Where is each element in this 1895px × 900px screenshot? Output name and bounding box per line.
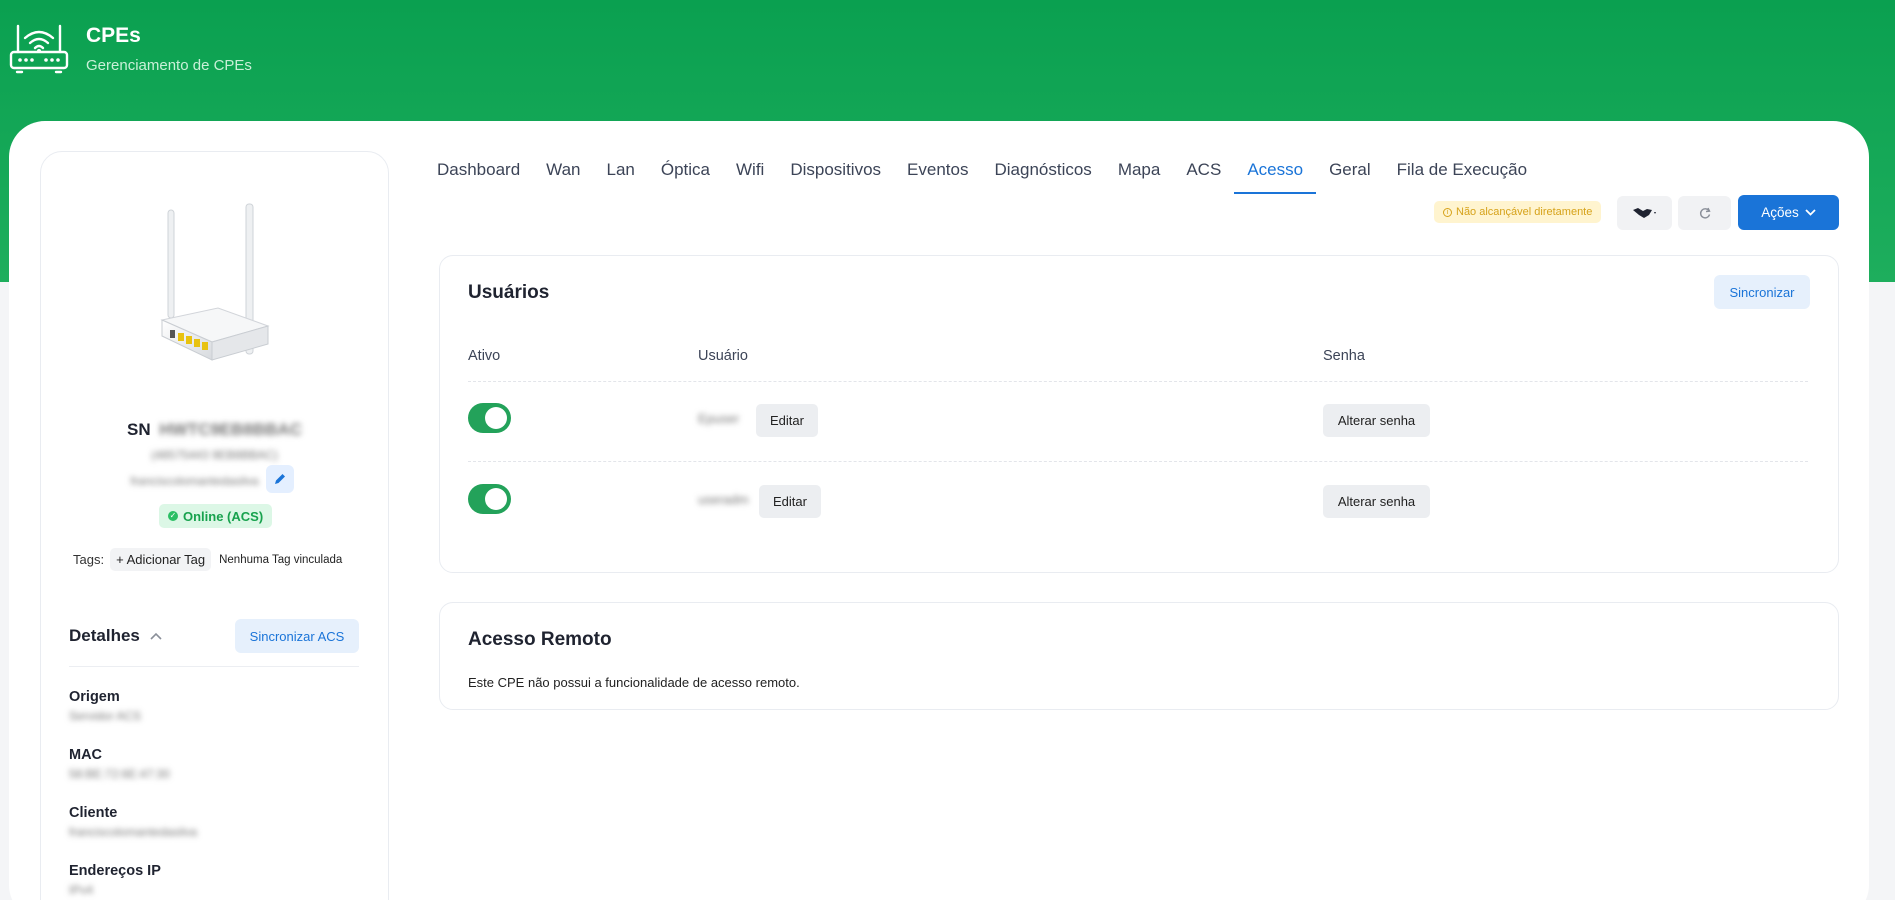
detail-mac: MAC 58:BE:72:6E:47:30 (69, 747, 170, 781)
sync-acs-button[interactable]: Sincronizar ACS (235, 619, 359, 653)
username: useradm (698, 492, 749, 507)
page-title: CPEs (86, 24, 141, 47)
detail-value: IPv4 (69, 883, 94, 897)
users-title: Usuários (468, 282, 550, 303)
actions-label: Ações (1761, 205, 1799, 220)
detail-value: franciscolomantedasilva (69, 825, 198, 839)
alias-row: franciscolomantedasilva (41, 464, 388, 496)
tags-label: Tags: (73, 552, 105, 567)
divider (468, 461, 1808, 462)
pencil-icon (275, 474, 285, 484)
detail-value: Servidor ACS (69, 709, 142, 723)
edit-user-button[interactable]: Editar (759, 485, 821, 518)
device-alias: franciscolomantedasilva (130, 474, 259, 488)
detail-ip: Endereços IP IPv4 (69, 863, 161, 897)
warning-text: Não alcançável diretamente (1456, 206, 1593, 218)
username: Epuser (698, 411, 740, 426)
tags-row: Tags: + Adicionar Tag Nenhuma Tag vincul… (73, 548, 342, 571)
remote-connect-button[interactable] (1617, 196, 1672, 230)
tab-bar: Dashboard Wan Lan Óptica Wifi Dispositiv… (437, 158, 1540, 194)
details-title: Detalhes (69, 626, 140, 645)
user-active-toggle[interactable] (468, 403, 511, 433)
change-password-button[interactable]: Alterar senha (1323, 404, 1430, 437)
tab-dashboard[interactable]: Dashboard (437, 158, 533, 194)
edit-alias-button[interactable] (266, 465, 294, 493)
tab-wifi[interactable]: Wifi (723, 158, 777, 194)
detail-value: 58:BE:72:6E:47:30 (69, 767, 170, 781)
remote-access-panel: Acesso Remoto Este CPE não possui a func… (439, 602, 1839, 710)
detail-key: MAC (69, 747, 103, 763)
remote-access-text: Este CPE não possui a funcionalidade de … (468, 675, 800, 690)
sn-value: HWTC9EB8BBAC (159, 420, 302, 439)
actions-dropdown-button[interactable]: Ações (1738, 195, 1839, 230)
chevron-down-icon (1805, 209, 1816, 216)
reachability-warning-badge: i Não alcançável diretamente (1434, 201, 1602, 223)
no-tag-text: Nenhuma Tag vinculada (219, 553, 343, 566)
refresh-button[interactable] (1678, 196, 1731, 230)
handshake-icon (1632, 208, 1656, 218)
router-wifi-icon (9, 24, 69, 74)
device-sidebar: SN HWTC9EB8BBAC (48575443 9EB8BBAC) fran… (40, 151, 389, 900)
add-tag-button[interactable]: + Adicionar Tag (110, 548, 212, 571)
tab-wan[interactable]: Wan (533, 158, 593, 194)
tab-eventos[interactable]: Eventos (894, 158, 981, 194)
user-active-toggle[interactable] (468, 484, 511, 514)
tab-acs[interactable]: ACS (1173, 158, 1234, 194)
tab-geral[interactable]: Geral (1316, 158, 1384, 194)
status-text: Online (ACS) (183, 508, 264, 524)
check-icon: ✓ (168, 511, 178, 521)
edit-user-button[interactable]: Editar (756, 404, 818, 437)
tab-lan[interactable]: Lan (594, 158, 648, 194)
users-panel: Usuários Sincronizar Ativo Usuário Senha… (439, 255, 1839, 573)
detail-key: Endereços IP (69, 863, 161, 879)
detail-client: Cliente franciscolomantedasilva (69, 805, 197, 839)
chevron-up-icon (150, 632, 162, 640)
tab-mapa[interactable]: Mapa (1105, 158, 1174, 194)
tab-dispositivos[interactable]: Dispositivos (777, 158, 894, 194)
status-badge: ✓ Online (ACS) (159, 504, 273, 528)
tab-fila-execucao[interactable]: Fila de Execução (1384, 158, 1540, 194)
divider (468, 381, 1808, 382)
sync-users-button[interactable]: Sincronizar (1714, 275, 1810, 309)
column-ativo: Ativo (468, 348, 501, 364)
refresh-icon (1699, 207, 1711, 219)
info-icon: i (1443, 207, 1452, 217)
sn-label: SN (127, 420, 151, 439)
tab-diagnosticos[interactable]: Diagnósticos (981, 158, 1104, 194)
tab-optica[interactable]: Óptica (648, 158, 723, 194)
remote-access-title: Acesso Remoto (468, 629, 612, 650)
column-usuario: Usuário (698, 348, 748, 364)
change-password-button[interactable]: Alterar senha (1323, 485, 1430, 518)
tab-acesso[interactable]: Acesso (1234, 158, 1317, 194)
detail-key: Cliente (69, 805, 118, 821)
column-senha: Senha (1323, 348, 1365, 364)
secondary-id: (48575443 9EB8BBAC) (151, 448, 278, 462)
detail-origin: Origem Servidor ACS (69, 689, 141, 723)
serial-number: SN HWTC9EB8BBAC (41, 420, 388, 440)
details-toggle[interactable]: Detalhes (69, 626, 162, 646)
page-subtitle: Gerenciamento de CPEs (86, 57, 252, 74)
router-image (160, 203, 270, 361)
detail-key: Origem (69, 689, 120, 705)
divider (69, 666, 359, 667)
